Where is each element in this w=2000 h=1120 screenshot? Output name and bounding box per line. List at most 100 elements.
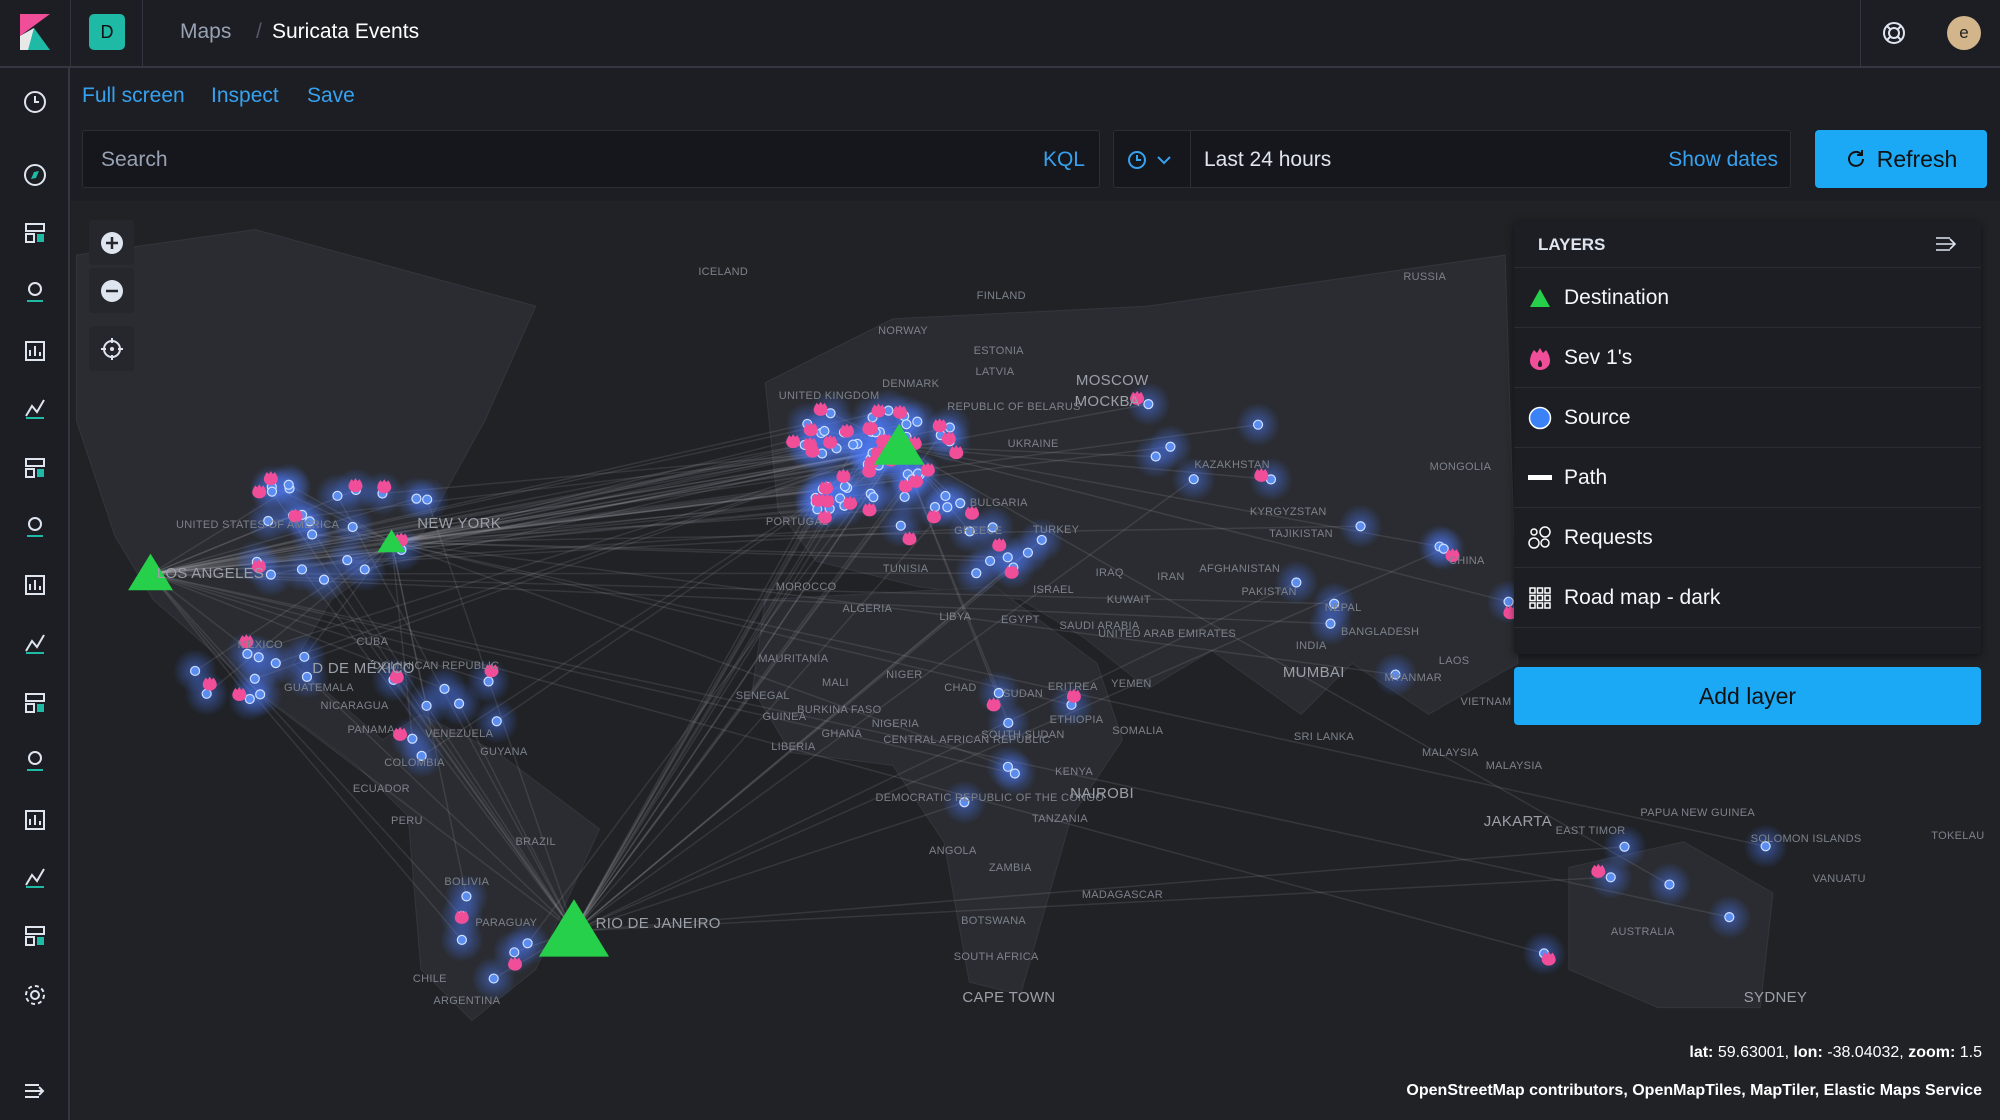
uptime-icon[interactable]	[22, 748, 48, 774]
source-point	[456, 934, 467, 945]
map-place-label: Libya	[939, 610, 972, 623]
source-point	[942, 502, 953, 513]
breadcrumb-current: Suricata Events	[272, 20, 420, 43]
map-place-label: Moscow	[1075, 372, 1149, 390]
search-input[interactable]: Search KQL	[82, 130, 1100, 188]
source-point	[461, 891, 472, 902]
collapse-nav-icon[interactable]	[22, 1078, 48, 1104]
maps-icon[interactable]	[22, 396, 48, 422]
layer-source[interactable]: Source	[1514, 388, 1981, 448]
management-icon[interactable]	[22, 982, 48, 1008]
logs-icon[interactable]	[22, 631, 48, 657]
source-point	[332, 490, 343, 501]
layer-destination[interactable]: Destination	[1514, 268, 1981, 328]
visualize-icon[interactable]	[22, 220, 48, 246]
time-range-label[interactable]: Last 24 hours	[1204, 148, 1331, 172]
map-place-label: Tanzania	[1031, 813, 1088, 826]
crosshair-icon	[100, 337, 123, 360]
map-place-label: Morocco	[775, 581, 837, 594]
layer-label: Destination	[1564, 285, 1670, 309]
source-point	[509, 947, 520, 958]
map-place-label: Guatemala	[284, 682, 354, 695]
show-dates-button[interactable]: Show dates	[1668, 148, 1778, 172]
layer-sev1[interactable]: Sev 1's	[1514, 328, 1981, 388]
date-picker[interactable]: Last 24 hours Show dates	[1113, 130, 1791, 188]
map-place-label: Guinea	[762, 711, 807, 724]
recent-icon[interactable]	[22, 89, 48, 115]
add-layer-button[interactable]: Add layer	[1514, 667, 1981, 725]
kibana-logo-icon[interactable]	[20, 14, 50, 50]
source-point	[255, 689, 266, 700]
graph-icon[interactable]	[22, 514, 48, 540]
map-place-label: Zambia	[988, 861, 1032, 874]
layer-requests[interactable]: Requests	[1514, 508, 1981, 568]
space-avatar[interactable]: D	[89, 14, 125, 50]
canvas-icon[interactable]	[22, 338, 48, 364]
layer-label: Source	[1564, 405, 1631, 429]
inspect-link[interactable]: Inspect	[211, 84, 279, 108]
user-avatar[interactable]: e	[1947, 16, 1981, 50]
apm-icon[interactable]	[22, 690, 48, 716]
source-point	[318, 574, 330, 585]
path-line	[573, 801, 965, 932]
source-point	[1009, 768, 1020, 779]
map-place-label: Ghana	[821, 727, 863, 740]
map-place-label: Mongolia	[1429, 461, 1492, 474]
source-point	[1002, 552, 1013, 563]
map-place-label: Nigeria	[871, 717, 920, 730]
lat-value: 59.63001	[1717, 1044, 1785, 1061]
map-place-label: Vanuatu	[1812, 873, 1866, 886]
lon-label: lon:	[1793, 1044, 1823, 1061]
line-icon	[1528, 466, 1552, 490]
kql-toggle[interactable]: KQL	[1043, 148, 1085, 172]
source-point	[971, 568, 982, 579]
source-point	[439, 683, 450, 694]
source-point	[1325, 618, 1336, 629]
map-place-label: Turkey	[1032, 523, 1080, 536]
zoom-in-button[interactable]	[89, 220, 134, 265]
refresh-icon	[1847, 150, 1864, 167]
save-link[interactable]: Save	[307, 84, 355, 108]
map-place-label: Nepal	[1324, 601, 1362, 614]
map-place-label: Niger	[886, 669, 923, 682]
ml-icon[interactable]	[22, 455, 48, 481]
map-place-label: Algeria	[842, 602, 893, 615]
layer-road-map-dark[interactable]: Road map - dark	[1514, 568, 1981, 628]
layer-path[interactable]: Path	[1514, 448, 1981, 508]
fire-icon	[1528, 346, 1552, 370]
set-view-button[interactable]	[89, 326, 134, 371]
map-place-label: United Kingdom	[778, 389, 880, 402]
source-point	[407, 733, 418, 744]
source-point	[1150, 451, 1161, 462]
map-place-label: Burkina Faso	[797, 703, 882, 716]
discover-icon[interactable]	[22, 162, 48, 188]
full-screen-link[interactable]: Full screen	[82, 84, 185, 108]
source-point	[1438, 543, 1449, 554]
zoom-out-button[interactable]	[89, 268, 134, 313]
source-point	[901, 419, 912, 430]
map-place-label: Argentina	[433, 994, 501, 1007]
map-place-label: Panama	[347, 724, 395, 737]
map-place-label: Kuwait	[1106, 594, 1151, 607]
infrastructure-icon[interactable]	[22, 572, 48, 598]
map-place-label: Iraq	[1095, 567, 1124, 580]
dev-tools-icon[interactable]	[22, 865, 48, 891]
map-place-label: Nairobi	[1070, 785, 1134, 803]
monitoring-icon[interactable]	[22, 923, 48, 949]
source-point	[1188, 474, 1199, 485]
collapse-panel-icon[interactable]	[1935, 236, 1957, 252]
quick-menu-button[interactable]	[1114, 131, 1191, 187]
source-point	[955, 498, 966, 509]
map-attribution[interactable]: OpenStreetMap contributors, OpenMapTiles…	[1406, 1082, 1982, 1100]
source-point	[1252, 419, 1264, 430]
breadcrumb-maps[interactable]: Maps	[180, 20, 231, 44]
source-point	[522, 938, 533, 949]
source-point	[249, 673, 260, 684]
dashboard-icon[interactable]	[22, 279, 48, 305]
map-place-label: South Sudan	[981, 729, 1065, 742]
help-icon[interactable]	[1882, 21, 1906, 45]
map-place-label: Mumbai	[1282, 664, 1345, 682]
source-point	[1036, 534, 1047, 546]
siem-icon[interactable]	[22, 807, 48, 833]
refresh-button[interactable]: Refresh	[1815, 130, 1987, 188]
